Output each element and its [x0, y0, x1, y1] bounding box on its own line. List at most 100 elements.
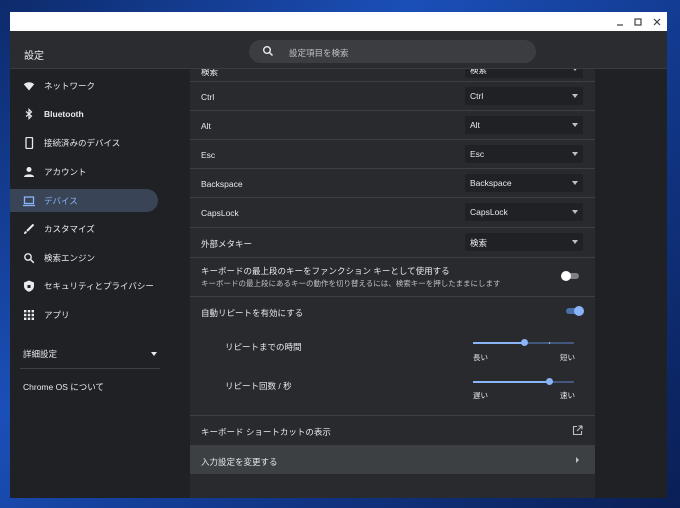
repeat-delay-high-label: 短い — [560, 353, 575, 362]
sidebar-item-customize[interactable]: カスタマイズ — [10, 217, 158, 240]
sidebar-item-network[interactable]: ネットワーク — [10, 74, 158, 97]
advanced-settings-label: 詳細設定 — [23, 349, 58, 359]
remap-select-value: 検索 — [470, 69, 488, 75]
sidebar-item-label: 検索エンジン — [44, 252, 96, 263]
app-header: 設定 — [10, 31, 667, 69]
keyboard-settings-panel: 検索 検索 Ctrl Ctrl Alt Alt Esc Esc Backspac… — [190, 69, 595, 498]
chevron-down-icon — [151, 352, 157, 356]
wifi-icon — [23, 80, 35, 92]
advanced-settings-toggle[interactable]: 詳細設定 — [23, 347, 157, 361]
toggle-knob — [561, 271, 571, 281]
search-input[interactable] — [287, 40, 521, 65]
remap-select[interactable]: Esc — [465, 145, 583, 163]
remap-row-alt: Alt Alt — [190, 111, 595, 140]
sidebar-item-connected-devices[interactable]: 接続済みのデバイス — [10, 131, 158, 154]
remap-select[interactable]: 検索 — [465, 233, 583, 251]
sidebar-item-label: Bluetooth — [44, 108, 84, 119]
top-row-fn-label: キーボードの最上段のキーをファンクション キーとして使用する — [201, 266, 450, 276]
open-in-new-icon[interactable] — [572, 425, 583, 438]
remap-select-value: Backspace — [470, 178, 512, 188]
remap-select[interactable]: Backspace — [465, 174, 583, 192]
brush-icon — [23, 223, 35, 235]
slider-fill — [473, 381, 549, 383]
top-row-function-keys-row: キーボードの最上段のキーをファンクション キーとして使用する キーボードの最上段… — [190, 258, 595, 297]
remap-label: Esc — [201, 150, 216, 160]
maximize-icon[interactable] — [630, 14, 646, 29]
sidebar-item-apps[interactable]: アプリ — [10, 303, 158, 326]
search-box[interactable] — [249, 40, 536, 65]
remap-row-ctrl: Ctrl Ctrl — [190, 82, 595, 111]
top-row-fn-sublabel: キーボードの最上段にあるキーの動作を切り替えるには、検索キーを押したままにします — [201, 279, 501, 288]
sidebar-item-label: ネットワーク — [44, 80, 96, 91]
sidebar-item-account[interactable]: アカウント — [10, 160, 158, 183]
sidebar-item-device[interactable]: デバイス — [10, 189, 158, 212]
sidebar-item-security[interactable]: セキュリティとプライバシー — [10, 274, 158, 297]
auto-repeat-section: 自動リピートを有効にする リピートまでの時間 長い 短い リピート回数 / 秒 … — [190, 297, 595, 416]
remap-label: CapsLock — [201, 208, 239, 218]
remap-select-value: CapsLock — [470, 207, 508, 217]
apps-grid-icon — [23, 309, 35, 321]
sidebar-item-label: デバイス — [44, 195, 78, 206]
input-settings-row[interactable]: 入力設定を変更する — [190, 446, 595, 474]
keyboard-shortcuts-row[interactable]: キーボード ショートカットの表示 — [190, 416, 595, 446]
keyboard-shortcuts-label: キーボード ショートカットの表示 — [201, 427, 331, 437]
top-row-fn-toggle[interactable] — [561, 270, 581, 282]
shield-icon — [23, 280, 35, 292]
search-icon — [262, 45, 274, 59]
auto-repeat-toggle[interactable] — [564, 305, 584, 317]
search-icon — [23, 252, 35, 264]
repeat-rate-slider[interactable] — [473, 377, 574, 387]
slider-tick — [498, 381, 499, 383]
sidebar-item-label: カスタマイズ — [44, 223, 95, 234]
page-title: 設定 — [24, 51, 44, 62]
remap-select[interactable]: Ctrl — [465, 87, 583, 105]
dropdown-arrow-icon — [572, 152, 578, 156]
repeat-delay-label: リピートまでの時間 — [225, 342, 302, 352]
remap-select-value: Esc — [470, 149, 485, 159]
repeat-rate-low-label: 遅い — [473, 391, 488, 400]
dropdown-arrow-icon — [572, 69, 578, 71]
bluetooth-icon — [23, 107, 35, 120]
phone-icon — [23, 136, 35, 149]
window-titlebar — [10, 12, 667, 31]
remap-row-external-meta: 外部メタキー 検索 — [190, 228, 595, 258]
slider-tick — [498, 342, 499, 344]
sidebar-item-search-engine[interactable]: 検索エンジン — [10, 246, 158, 269]
auto-repeat-label: 自動リピートを有効にする — [201, 308, 304, 318]
sidebar-item-bluetooth[interactable]: Bluetooth — [10, 102, 158, 125]
repeat-delay-slider[interactable] — [473, 338, 574, 348]
remap-label: Ctrl — [201, 92, 215, 102]
slider-tick — [524, 381, 525, 383]
sidebar: ネットワーク Bluetooth 接続済みのデバイス アカウント デバイス カス… — [10, 69, 190, 498]
laptop-icon — [23, 195, 35, 207]
remap-select[interactable]: Alt — [465, 116, 583, 134]
dropdown-arrow-icon — [572, 123, 578, 127]
remap-row-esc: Esc Esc — [190, 140, 595, 169]
remap-row-search: 検索 検索 — [190, 69, 595, 82]
repeat-rate-label: リピート回数 / 秒 — [225, 381, 292, 391]
settings-window: 設定 ネットワーク Bluetooth 接続済みのデバイス — [10, 12, 667, 498]
remap-label: 検索 — [201, 69, 219, 77]
close-icon[interactable] — [649, 14, 665, 29]
repeat-rate-high-label: 速い — [560, 391, 575, 400]
remap-row-backspace: Backspace Backspace — [190, 169, 595, 198]
remap-label: Alt — [201, 121, 211, 131]
input-settings-label: 入力設定を変更する — [201, 457, 278, 467]
toggle-knob — [574, 306, 584, 316]
minimize-icon[interactable] — [612, 14, 628, 29]
remap-select-value: Ctrl — [470, 91, 484, 101]
dropdown-arrow-icon — [572, 181, 578, 185]
sidebar-item-label: セキュリティとプライバシー — [44, 280, 154, 291]
about-chrome-os-link[interactable]: Chrome OS について — [23, 381, 104, 393]
remap-select[interactable]: 検索 — [465, 69, 583, 78]
remap-row-capslock: CapsLock CapsLock — [190, 198, 595, 228]
chevron-right-icon — [576, 457, 579, 463]
remap-select[interactable]: CapsLock — [465, 203, 583, 221]
slider-tick — [549, 342, 550, 344]
remap-select-value: 検索 — [470, 238, 488, 248]
slider-tick — [549, 381, 550, 383]
person-icon — [23, 166, 35, 178]
remap-select-value: Alt — [470, 120, 480, 130]
remap-label: Backspace — [201, 179, 243, 189]
sidebar-item-label: アカウント — [44, 166, 87, 177]
